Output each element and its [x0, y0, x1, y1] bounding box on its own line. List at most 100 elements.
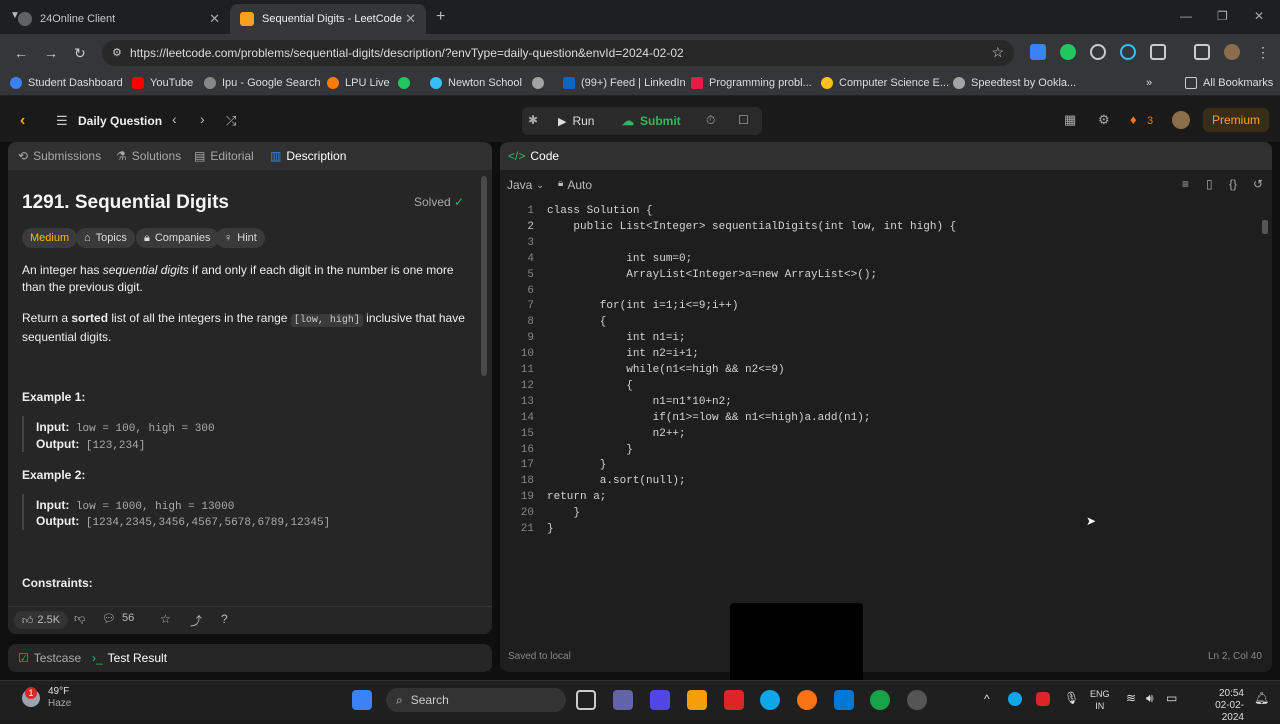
- bookmark-newton[interactable]: Newton School: [430, 77, 522, 89]
- code-line[interactable]: a.sort(null);: [547, 475, 686, 487]
- debug-icon[interactable]: ✱: [528, 113, 538, 127]
- menu-icon[interactable]: ⋮: [1256, 44, 1270, 61]
- code-line[interactable]: n1=n1*10+n2;: [547, 396, 732, 408]
- tray-icon[interactable]: [1008, 692, 1022, 706]
- bookmark-speedtest[interactable]: Speedtest by Ookla...: [953, 77, 1076, 89]
- tab-search-icon[interactable]: ▼: [10, 10, 20, 21]
- windows-start-icon[interactable]: [352, 690, 372, 710]
- close-icon[interactable]: ✕: [405, 11, 416, 27]
- bookmark-star-icon[interactable]: ☆: [991, 44, 1004, 61]
- language-select[interactable]: Java ⌄: [507, 178, 544, 192]
- premium-button[interactable]: Premium: [1203, 108, 1269, 132]
- list-icon[interactable]: ☰: [56, 113, 68, 129]
- submit-button[interactable]: ☁ Submit: [622, 110, 681, 132]
- close-icon[interactable]: ✕: [209, 11, 220, 27]
- bookmark-linkedin[interactable]: (99+) Feed | LinkedIn: [563, 77, 686, 89]
- volume-icon[interactable]: 🔊︎: [1146, 691, 1154, 706]
- tab-24online[interactable]: 24Online Client ✕: [8, 4, 230, 34]
- bookmark-unnamed[interactable]: [398, 77, 416, 89]
- tray-icon[interactable]: [1036, 692, 1050, 706]
- file-explorer-icon[interactable]: [687, 690, 707, 710]
- bookmarks-overflow-icon[interactable]: »: [1146, 77, 1152, 89]
- bookmark-globe[interactable]: [532, 77, 550, 89]
- extension-icon[interactable]: [1030, 44, 1046, 60]
- format-icon[interactable]: ≡: [1182, 177, 1189, 191]
- code-line[interactable]: if(n1>=low && n1<=high)a.add(n1);: [547, 412, 871, 424]
- code-line[interactable]: }: [547, 444, 633, 456]
- site-info-icon[interactable]: ⚙: [112, 46, 122, 59]
- code-line[interactable]: }: [547, 507, 580, 519]
- code-line[interactable]: return a;: [547, 491, 606, 503]
- extension-icon[interactable]: [1090, 44, 1106, 60]
- code-line[interactable]: {: [547, 380, 633, 392]
- dislike-icon[interactable]: 👎︎: [74, 612, 85, 625]
- companies-button[interactable]: 🔒︎ Companies: [136, 228, 219, 248]
- editor-scrollbar[interactable]: [1262, 220, 1268, 234]
- scrollbar[interactable]: [481, 176, 487, 376]
- code-line[interactable]: n2++;: [547, 428, 686, 440]
- extensions-icon[interactable]: [1150, 44, 1166, 60]
- run-button[interactable]: ▶ Run: [558, 110, 594, 132]
- tab-leetcode[interactable]: Sequential Digits - LeetCode ✕: [230, 4, 426, 34]
- shuffle-icon[interactable]: ⤮: [226, 113, 236, 129]
- language-indicator[interactable]: ENG IN: [1090, 688, 1110, 712]
- minimize-icon[interactable]: —: [1180, 9, 1192, 23]
- code-line[interactable]: int sum=0;: [547, 253, 692, 265]
- prev-question-icon[interactable]: ‹: [172, 111, 177, 127]
- share-icon[interactable]: ⤴: [190, 612, 202, 629]
- task-view-icon[interactable]: [576, 690, 596, 710]
- react-icon[interactable]: [1120, 44, 1136, 60]
- clock[interactable]: 20:54 02-02-2024: [1196, 688, 1244, 724]
- code-line[interactable]: while(n1<=high && n2<=9): [547, 364, 784, 376]
- chrome-icon[interactable]: [870, 690, 890, 710]
- bookmark-youtube[interactable]: YouTube: [132, 77, 193, 89]
- bookmark-ipu[interactable]: Ipu - Google Search: [204, 77, 320, 89]
- profile-avatar[interactable]: [1224, 44, 1240, 60]
- shield-icon[interactable]: [724, 690, 744, 710]
- battery-icon[interactable]: ▭: [1166, 691, 1177, 705]
- tab-editorial[interactable]: ▤ Editorial: [194, 149, 254, 163]
- hint-button[interactable]: ♀ Hint: [216, 228, 265, 248]
- streak-flame-icon[interactable]: ♦: [1130, 112, 1137, 127]
- favorite-star-icon[interactable]: ☆: [160, 612, 171, 626]
- tray-chevron-icon[interactable]: ^: [984, 692, 990, 706]
- topics-button[interactable]: ⌂ Topics: [76, 228, 135, 248]
- window-close-icon[interactable]: ✕: [1254, 9, 1264, 23]
- like-button[interactable]: 👍︎ 2.5K: [14, 611, 68, 629]
- edge-icon[interactable]: [760, 690, 780, 710]
- code-line[interactable]: }: [547, 459, 607, 471]
- code-line[interactable]: class Solution {: [547, 205, 653, 217]
- taskbar-search[interactable]: ⌕ Search: [386, 688, 566, 712]
- user-avatar[interactable]: [1172, 111, 1190, 129]
- code-line[interactable]: int n2=i+1;: [547, 348, 699, 360]
- app-icon[interactable]: [650, 690, 670, 710]
- code-line[interactable]: int n1=i;: [547, 332, 685, 344]
- code-line[interactable]: ArrayList<Integer>a=new ArrayList<>();: [547, 269, 877, 281]
- reload-icon[interactable]: ↻: [74, 45, 86, 62]
- tab-description[interactable]: ▥ Description: [270, 149, 346, 163]
- bookmark-lpu[interactable]: LPU Live: [327, 77, 390, 89]
- notes-icon[interactable]: ☐: [738, 113, 749, 127]
- sidebar-icon[interactable]: [1194, 44, 1210, 60]
- reset-icon[interactable]: ↺: [1253, 177, 1263, 191]
- store-icon[interactable]: [834, 690, 854, 710]
- braces-icon[interactable]: {}: [1229, 177, 1237, 191]
- wifi-icon[interactable]: ≋: [1126, 691, 1136, 705]
- code-line[interactable]: for(int i=1;i<=9;i++): [547, 300, 739, 312]
- bookmark-icon[interactable]: ▯: [1206, 177, 1213, 191]
- code-line[interactable]: {: [547, 316, 607, 328]
- url-bar[interactable]: ⚙ https://leetcode.com/problems/sequenti…: [102, 40, 1014, 66]
- maximize-icon[interactable]: ❐: [1217, 9, 1228, 23]
- grammarly-icon[interactable]: [1060, 44, 1076, 60]
- auto-mode[interactable]: 🔒︎ Auto: [558, 178, 592, 192]
- back-icon[interactable]: ←: [14, 45, 28, 61]
- forward-icon[interactable]: →: [44, 45, 58, 61]
- app-icon[interactable]: [907, 690, 927, 710]
- help-icon[interactable]: ?: [221, 612, 228, 626]
- code-line[interactable]: }: [547, 523, 554, 535]
- bookmark-student-dashboard[interactable]: Student Dashboard: [10, 77, 123, 89]
- all-bookmarks[interactable]: All Bookmarks: [1185, 77, 1273, 89]
- code-line[interactable]: public List<Integer> sequentialDigits(in…: [547, 221, 956, 233]
- comments-button[interactable]: 💬︎ 56: [102, 612, 134, 625]
- bookmark-programming[interactable]: Programming probl...: [691, 77, 812, 89]
